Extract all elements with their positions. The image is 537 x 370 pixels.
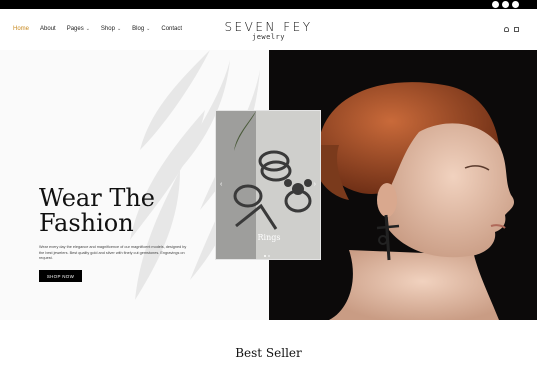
header-icons bbox=[504, 27, 519, 32]
top-bar bbox=[0, 0, 537, 9]
hero-title: Wear The Fashion bbox=[39, 186, 155, 236]
pinterest-icon[interactable] bbox=[512, 1, 519, 8]
carousel-next-arrow[interactable]: › bbox=[314, 181, 316, 188]
hero-title-line-2: Fashion bbox=[39, 209, 134, 237]
logo-sub-text: jewelry bbox=[251, 33, 285, 41]
best-seller-heading: Best Seller bbox=[235, 346, 302, 360]
user-icon[interactable] bbox=[504, 27, 509, 32]
logo-main-text: SEVEN FEY bbox=[224, 20, 313, 34]
shop-now-button[interactable]: SHOP NOW bbox=[39, 270, 82, 282]
site-header: Home About Pages ⌄ Shop ⌄ Blog ⌄ Contact SE… bbox=[0, 9, 537, 50]
social-links bbox=[492, 1, 519, 8]
carousel-dot[interactable] bbox=[268, 255, 270, 257]
carousel-dots bbox=[264, 255, 270, 257]
carousel-prev-arrow[interactable]: ‹ bbox=[220, 181, 222, 188]
site-logo[interactable]: SEVEN FEY jewelry bbox=[0, 21, 537, 41]
facebook-icon[interactable] bbox=[492, 1, 499, 8]
cart-icon[interactable] bbox=[514, 27, 519, 32]
rings-category-card[interactable]: ‹ › Rings bbox=[215, 110, 321, 260]
twitter-icon[interactable] bbox=[502, 1, 509, 8]
hero-title-line-1: Wear The bbox=[39, 184, 155, 212]
hero-description: Wear every day the elegance and magnific… bbox=[39, 245, 187, 260]
carousel-dot[interactable] bbox=[264, 255, 266, 257]
card-label: Rings bbox=[257, 233, 281, 242]
